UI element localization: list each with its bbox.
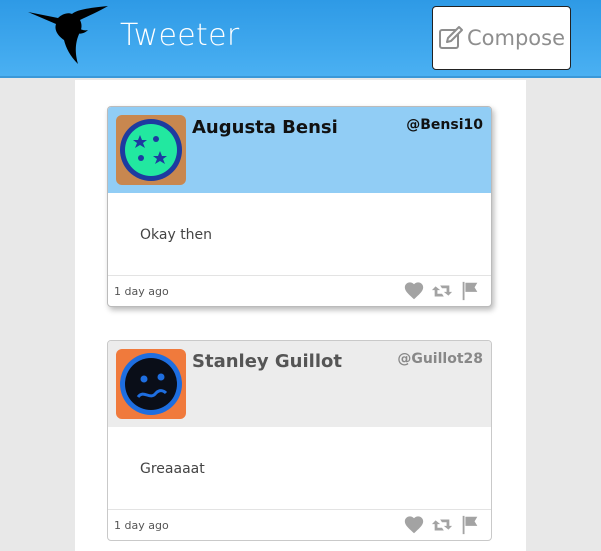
tweet-actions xyxy=(403,280,481,302)
author-name: Stanley Guillot xyxy=(192,351,342,372)
heart-icon[interactable] xyxy=(403,280,425,302)
flag-icon[interactable] xyxy=(459,280,481,302)
brand-title[interactable]: Tweeter xyxy=(120,18,239,53)
timestamp: 1 day ago xyxy=(114,285,169,298)
retweet-icon[interactable] xyxy=(431,280,453,302)
tweet-card[interactable]: Stanley Guillot @Guillot28 Greaaaat 1 da… xyxy=(107,340,492,541)
tweet-text: Greaaaat xyxy=(108,427,491,510)
author-handle: @Bensi10 xyxy=(406,117,483,133)
heart-icon[interactable] xyxy=(403,514,425,536)
edit-icon xyxy=(438,26,463,49)
avatar[interactable] xyxy=(116,349,186,419)
tweet-footer: 1 day ago xyxy=(108,510,491,540)
tweet-card[interactable]: Augusta Bensi @Bensi10 Okay then 1 day a… xyxy=(107,106,492,307)
tweet-text: Okay then xyxy=(108,193,491,276)
author-name: Augusta Bensi xyxy=(192,117,338,138)
timestamp: 1 day ago xyxy=(114,519,169,532)
author-handle: @Guillot28 xyxy=(397,351,483,367)
compose-button[interactable]: Compose xyxy=(432,6,571,70)
feed-column: Augusta Bensi @Bensi10 Okay then 1 day a… xyxy=(75,80,526,551)
tweet-header: Stanley Guillot @Guillot28 xyxy=(108,341,491,427)
avatar[interactable] xyxy=(116,115,186,185)
navbar: Tweeter Compose xyxy=(0,0,601,78)
tweet-actions xyxy=(403,514,481,536)
tweet-header: Augusta Bensi @Bensi10 xyxy=(108,107,491,193)
compose-label: Compose xyxy=(466,26,565,50)
flag-icon[interactable] xyxy=(459,514,481,536)
tweet-footer: 1 day ago xyxy=(108,276,491,306)
hummingbird-icon[interactable] xyxy=(28,6,110,64)
retweet-icon[interactable] xyxy=(431,514,453,536)
